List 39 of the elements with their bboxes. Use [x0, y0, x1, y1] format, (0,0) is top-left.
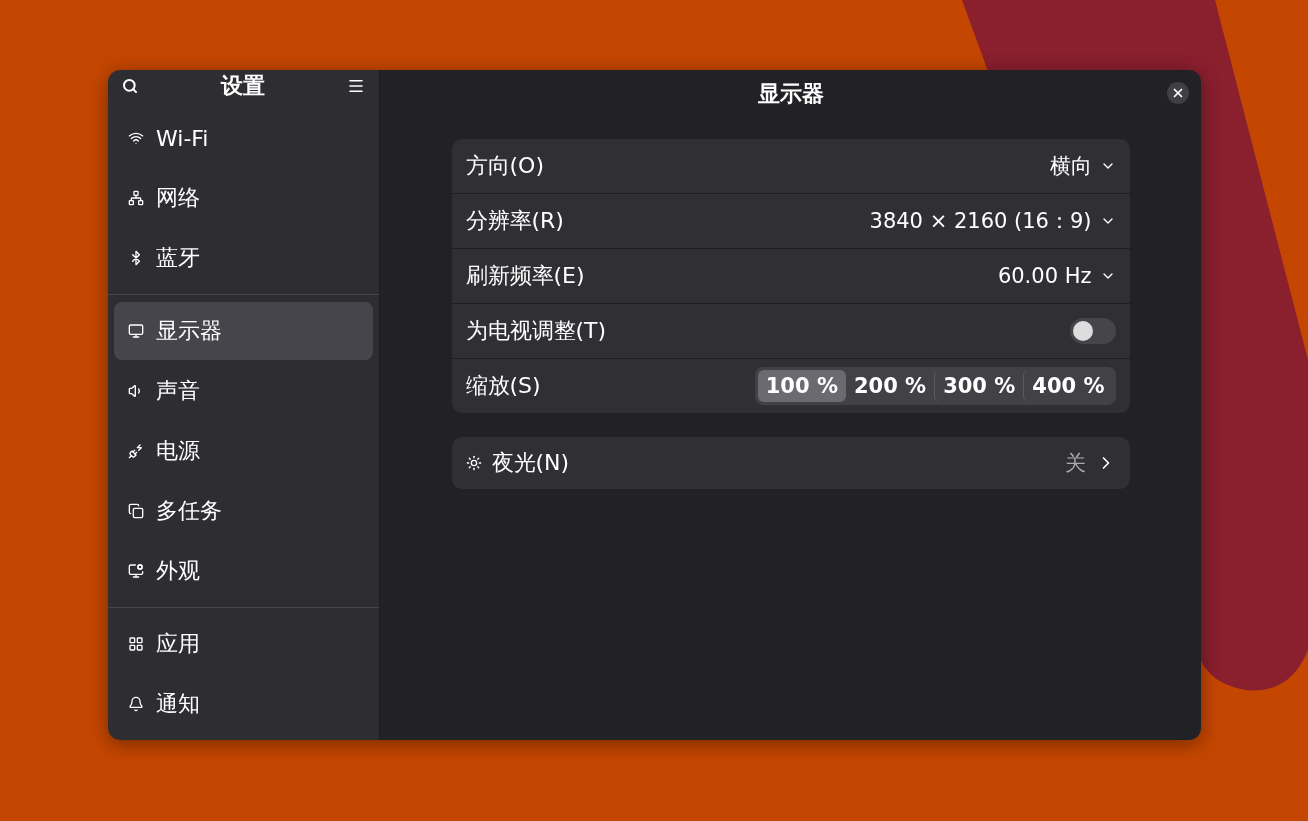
night-light-row[interactable]: 夜光(N) 关 [451, 437, 1130, 489]
sidebar-item[interactable]: 多任务 [114, 482, 373, 540]
sidebar-title: 设置 [220, 72, 265, 100]
sun-icon [465, 455, 482, 471]
grid-icon [128, 636, 144, 652]
scale-option[interactable]: 100 % [757, 370, 846, 402]
sidebar-item[interactable]: 应用 [114, 615, 373, 673]
dropdown[interactable]: 横向 [1049, 152, 1116, 180]
row-label: 缩放(S) [465, 372, 541, 400]
row-label: 分辨率(R) [465, 207, 564, 235]
monitor-brush-icon [128, 563, 144, 579]
dropdown[interactable]: 3840 × 2160 (16：9) [869, 207, 1116, 235]
dropdown[interactable]: 60.00 Hz [997, 264, 1116, 288]
menu-button[interactable] [347, 77, 365, 95]
search-button[interactable] [122, 78, 138, 94]
close-icon [1171, 86, 1185, 100]
bell-icon [128, 696, 144, 712]
scale-option[interactable]: 200 % [845, 370, 935, 402]
network-icon [128, 190, 144, 206]
sidebar-item[interactable]: 通知 [114, 675, 373, 733]
scale-option[interactable]: 400 % [1023, 370, 1113, 402]
sidebar-item[interactable]: Wi-Fi [114, 109, 373, 167]
row-label: 为电视调整(T) [465, 317, 607, 345]
sidebar-item[interactable]: 声音 [114, 362, 373, 420]
scale-option[interactable]: 300 % [934, 370, 1024, 402]
sidebar-item[interactable]: 外观 [114, 542, 373, 600]
overlapping-windows-icon [128, 503, 144, 519]
sidebar-item[interactable]: 蓝牙 [114, 229, 373, 287]
row-label: 刷新频率(E) [465, 262, 585, 290]
wifi-icon [128, 130, 144, 146]
page-title: 显示器 [757, 80, 824, 108]
toggle-switch[interactable] [1069, 318, 1116, 344]
sidebar-item[interactable]: 网络 [114, 169, 373, 227]
row-label: 方向(O) [465, 152, 544, 180]
close-button[interactable] [1167, 82, 1189, 104]
sidebar-item[interactable]: 电源 [114, 422, 373, 480]
sidebar-item[interactable]: 显示器 [114, 302, 373, 360]
plug-icon [128, 443, 144, 459]
monitor-icon [128, 323, 144, 339]
